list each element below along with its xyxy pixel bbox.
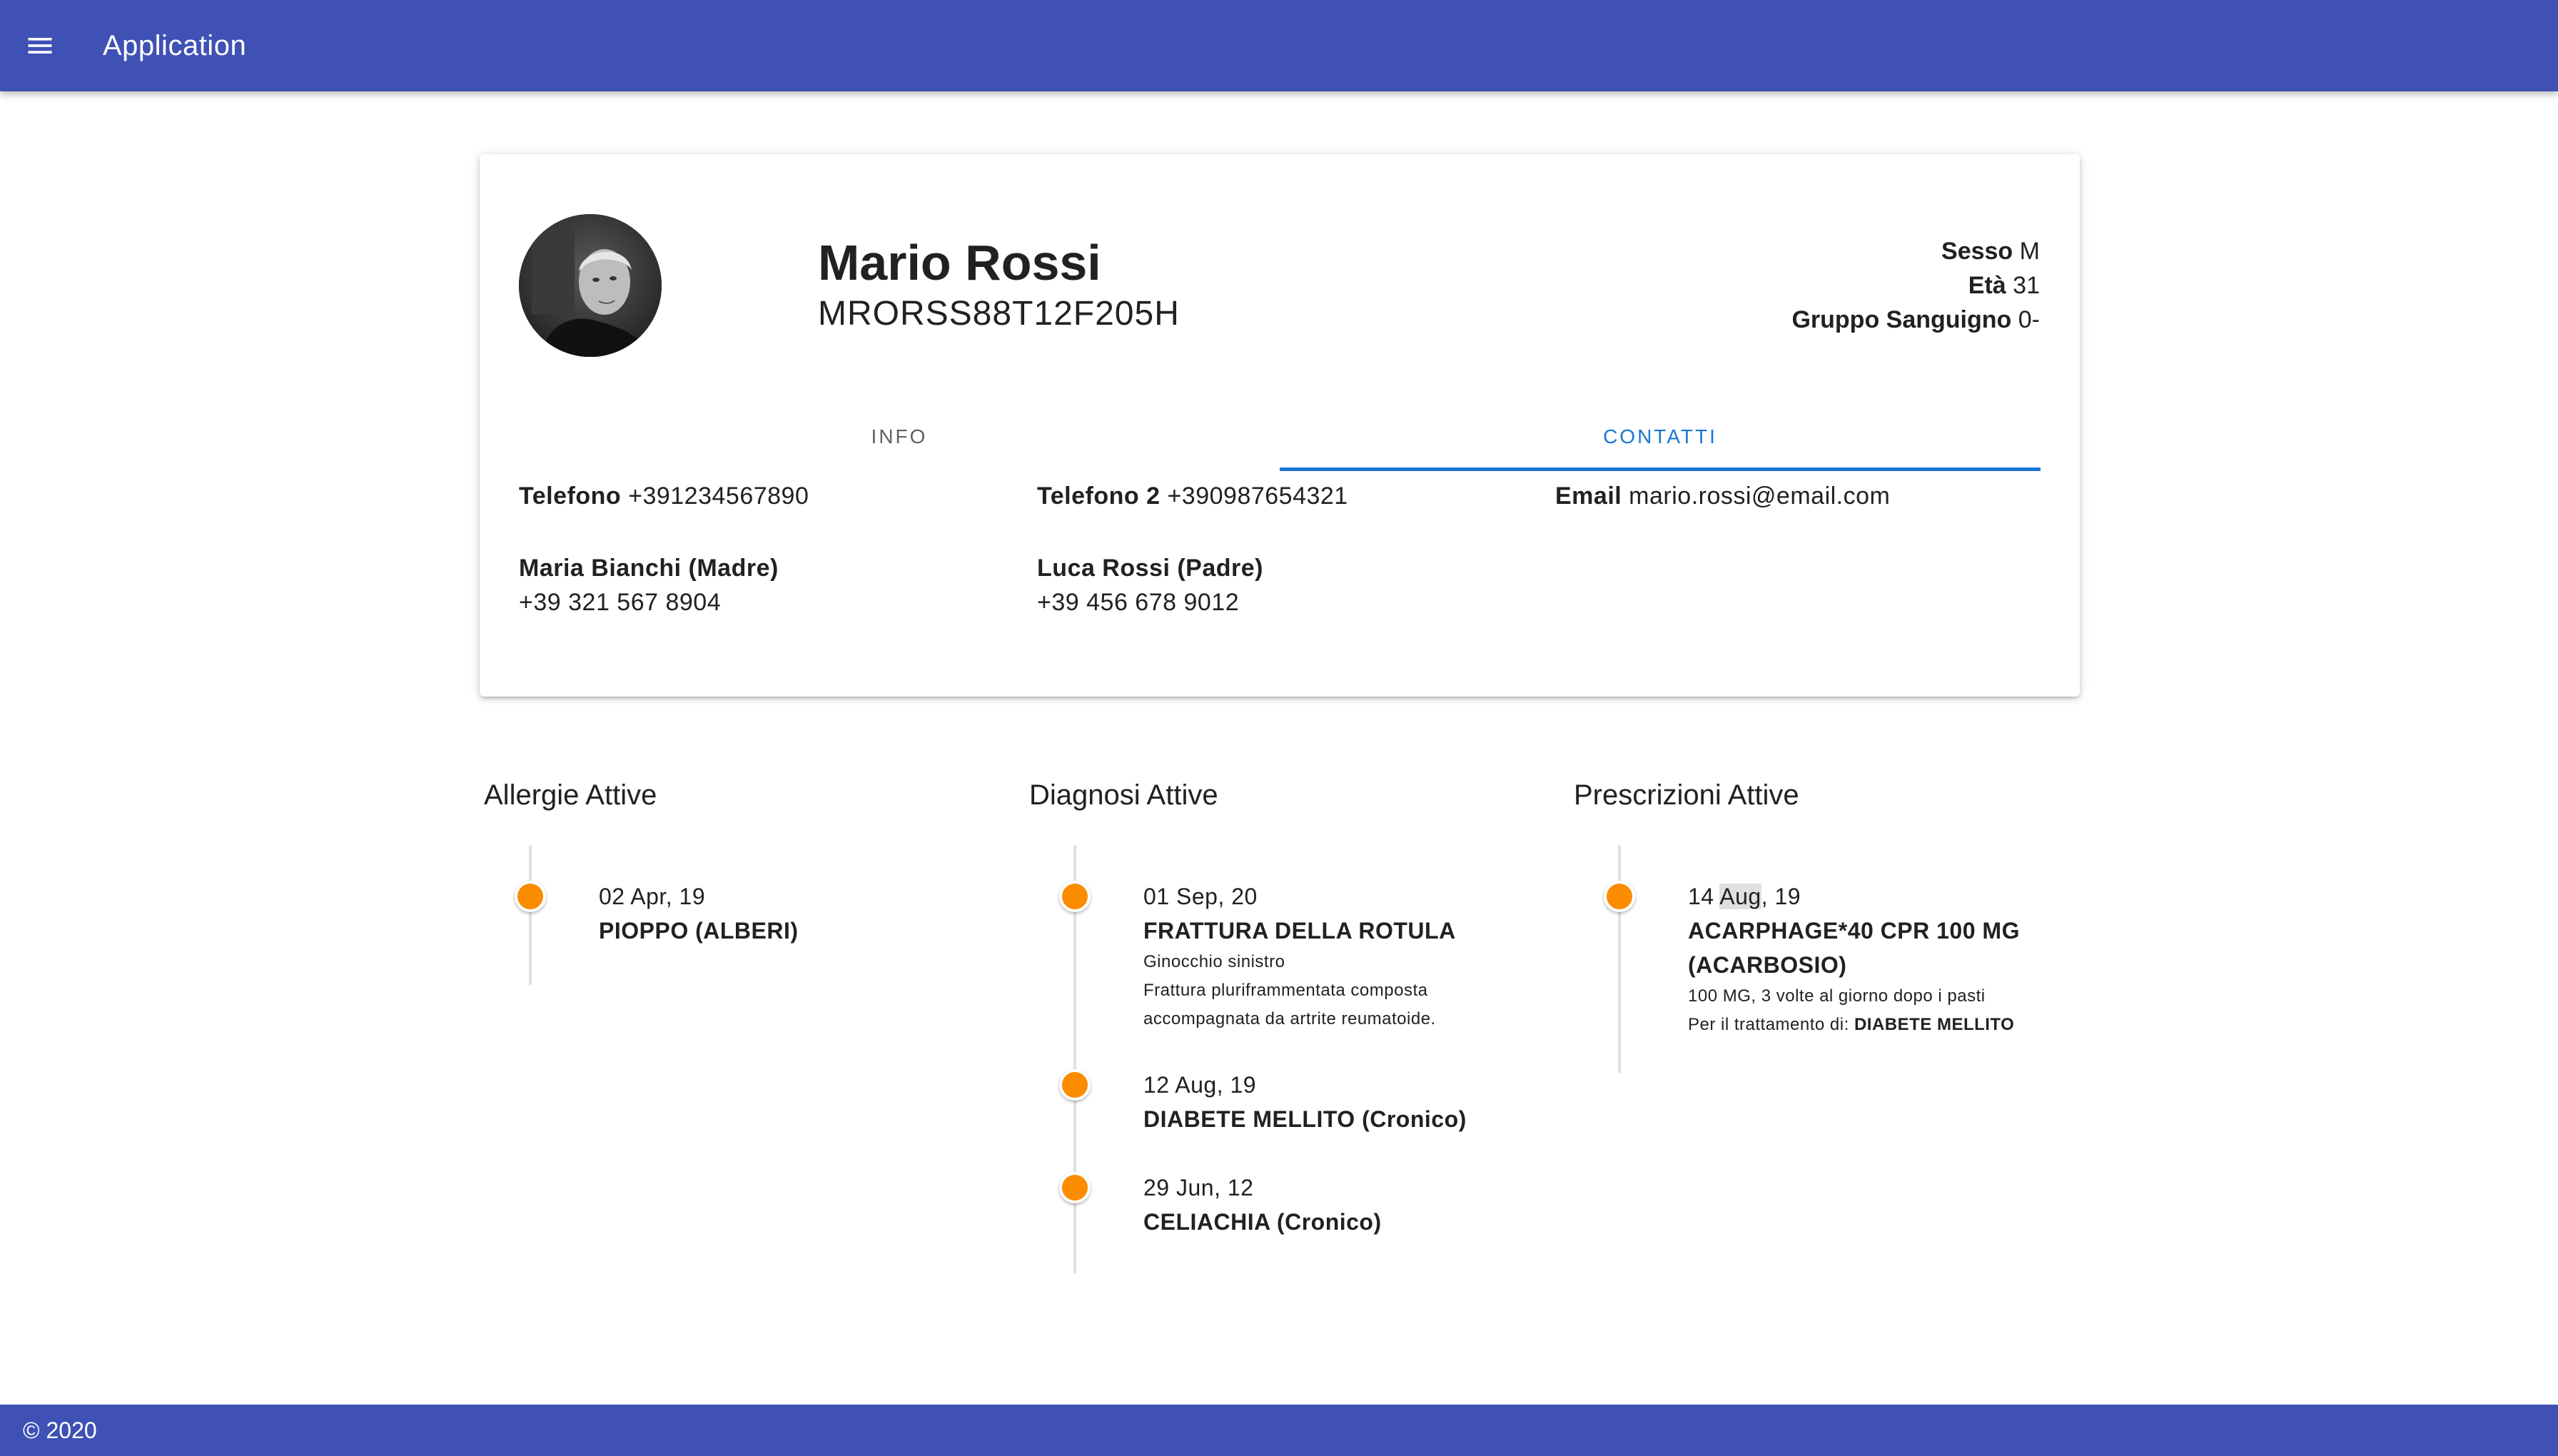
patient-meta: Sesso M Età 31 Gruppo Sanguigno 0- — [1791, 234, 2040, 337]
entry-dosage: 100 MG, 3 volte al giorno dopo i pasti — [1688, 986, 1986, 1006]
patient-card: Mario Rossi MRORSS88T12F205H Sesso M Età… — [480, 154, 2080, 697]
entry-treatment-label: Per il trattamento di: — [1688, 1015, 1849, 1034]
timeline-dot — [1059, 1172, 1091, 1203]
meta-blood-label: Gruppo Sanguigno — [1791, 306, 2012, 333]
meta-sex: Sesso M — [1791, 234, 2040, 268]
diagnosis-entry: 29 Jun, 12 CELIACHIA (Cronico) — [1143, 1171, 1382, 1239]
app-bar: Application — [0, 0, 2558, 91]
patient-fiscal-code: MRORSS88T12F205H — [818, 295, 1180, 333]
diagnosis-entry: 12 Aug, 19 DIABETE MELLITO (Cronico) — [1143, 1068, 1467, 1136]
relative-name: Maria Bianchi (Madre) — [519, 555, 779, 582]
contact-phone-label: Telefono — [519, 482, 622, 510]
contact-email: Email mario.rossi@email.com — [1555, 482, 1890, 510]
tab-bar: INFO CONTATTI — [519, 403, 2041, 471]
entry-title: PIOPPO (ALBERI) — [599, 918, 799, 944]
entry-detail: accompagnata da artrite reumatoide. — [1143, 1009, 1436, 1028]
contact-phone-2-value: +390987654321 — [1167, 482, 1348, 510]
meta-blood-value: 0- — [2018, 306, 2040, 333]
prescriptions-timeline — [1618, 845, 1621, 1073]
entry-date: 12 Aug, 19 — [1143, 1072, 1257, 1098]
timeline-dot — [1059, 881, 1091, 912]
diagnoses-title: Diagnosi Attive — [1029, 779, 1218, 811]
contact-phone-2-label: Telefono 2 — [1037, 482, 1161, 510]
entry-title: ACARPHAGE*40 CPR 100 MG — [1688, 918, 2020, 944]
meta-sex-label: Sesso — [1941, 238, 2013, 265]
entry-date: 02 Apr, 19 — [599, 884, 706, 909]
entry-date: 29 Jun, 12 — [1143, 1175, 1254, 1200]
contact-email-value: mario.rossi@email.com — [1629, 482, 1891, 510]
prescription-entry: 14 Aug, 19 ACARPHAGE*40 CPR 100 MG (ACAR… — [1688, 879, 2020, 1039]
entry-date-day: 14 — [1688, 884, 1714, 909]
entry-treatment-value: DIABETE MELLITO — [1854, 1015, 2015, 1034]
meta-age-label: Età — [1968, 272, 2006, 299]
footer: © 2020 — [0, 1405, 2558, 1456]
entry-title: CELIACHIA (Cronico) — [1143, 1209, 1382, 1235]
entry-treatment: Per il trattamento di: DIABETE MELLITO — [1688, 1011, 2020, 1039]
allergies-timeline — [529, 845, 532, 985]
avatar — [519, 214, 662, 357]
tab-info[interactable]: INFO — [519, 403, 1280, 471]
entry-date-year: , 19 — [1761, 884, 1801, 909]
meta-blood: Gruppo Sanguigno 0- — [1791, 303, 2040, 337]
meta-sex-value: M — [2019, 238, 2040, 265]
entry-title: DIABETE MELLITO (Cronico) — [1143, 1106, 1467, 1132]
entry-date-month: Aug — [1719, 884, 1761, 909]
footer-copyright: © 2020 — [23, 1417, 97, 1443]
entry-detail: Frattura pluriframmentata composta — [1143, 981, 1428, 1000]
diagnosis-entry: 01 Sep, 20 FRATTURA DELLA ROTULA Ginocch… — [1143, 879, 1456, 1033]
avatar-photo — [519, 214, 662, 357]
contact-email-label: Email — [1555, 482, 1622, 510]
menu-icon — [28, 38, 52, 54]
app-title: Application — [103, 29, 247, 61]
contact-phone-2: Telefono 2 +390987654321 — [1037, 482, 1348, 510]
timeline-dot — [515, 881, 546, 912]
entry-detail: Ginocchio sinistro — [1143, 952, 1285, 971]
allergy-entry: 02 Apr, 19 PIOPPO (ALBERI) — [599, 879, 799, 948]
menu-button[interactable] — [0, 0, 80, 91]
relative-contact: Maria Bianchi (Madre) +39 321 567 8904 — [519, 551, 779, 620]
relative-contact: Luca Rossi (Padre) +39 456 678 9012 — [1037, 551, 1263, 620]
allergies-title: Allergie Attive — [484, 779, 657, 811]
relative-phone: +39 456 678 9012 — [1037, 589, 1240, 616]
prescriptions-title: Prescrizioni Attive — [1574, 779, 1799, 811]
relative-name: Luca Rossi (Padre) — [1037, 555, 1263, 582]
tab-contatti[interactable]: CONTATTI — [1280, 403, 2041, 471]
meta-age-value: 31 — [2013, 272, 2040, 299]
patient-name: Mario Rossi — [818, 235, 1101, 290]
entry-date: 01 Sep, 20 — [1143, 884, 1258, 909]
contact-phone: Telefono +391234567890 — [519, 482, 809, 510]
entry-title-line2: (ACARBOSIO) — [1688, 952, 1847, 978]
timeline-dot — [1059, 1069, 1091, 1101]
timeline-dot — [1604, 881, 1635, 912]
meta-age: Età 31 — [1791, 268, 2040, 303]
relative-phone: +39 321 567 8904 — [519, 589, 722, 616]
entry-date: 14 Aug, 19 — [1688, 879, 2020, 914]
contact-phone-value: +391234567890 — [628, 482, 809, 510]
entry-title: FRATTURA DELLA ROTULA — [1143, 918, 1456, 944]
